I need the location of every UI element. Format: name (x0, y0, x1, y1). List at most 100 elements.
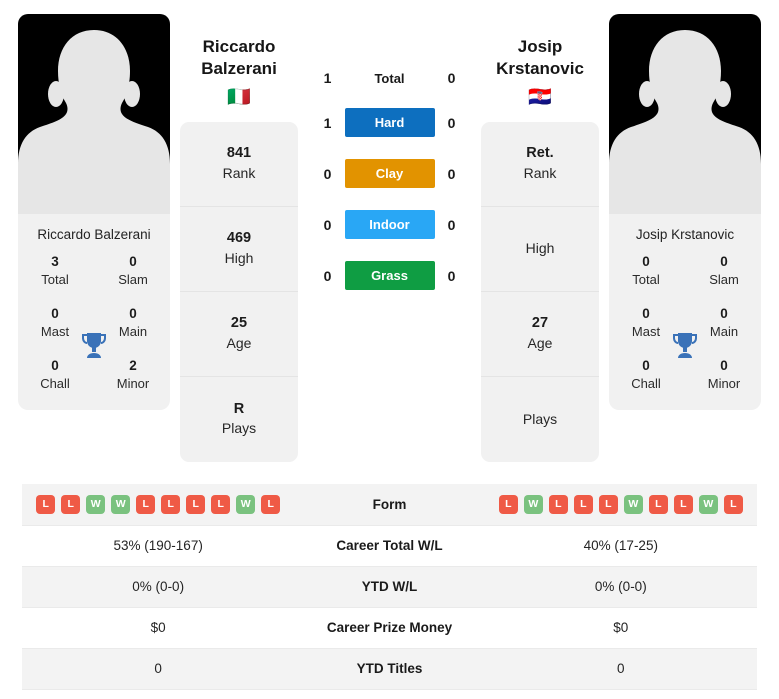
right-titles-chall: 0 Chall (619, 357, 673, 393)
right-value-cell: 0% (0-0) (594, 579, 647, 594)
right-form-badge[interactable]: W (698, 494, 718, 514)
left-player-name-caption: Riccardo Balzerani (37, 227, 151, 242)
avatar-silhouette-icon (609, 30, 761, 214)
table-row: 53% (190-167) Career Total W/L 40% (17-25) (22, 525, 757, 566)
trophy-icon (82, 333, 106, 358)
left-titles-main: 0 Main (106, 305, 160, 341)
left-titles-minor-value: 2 (129, 357, 137, 373)
h2h-row-clay: 0 Clay 0 (315, 159, 465, 188)
comparison-table: L L W W L L L L W L Form L W L L L W L L W L 53% (190-167) Car… (22, 484, 757, 690)
right-form-badge[interactable]: L (648, 494, 668, 514)
left-form-badge[interactable]: L (61, 494, 81, 514)
left-form-list: LLWWLLLLWL (22, 494, 294, 514)
left-titles-slam: 0 Slam (106, 253, 160, 289)
h2h-right-count: 0 (447, 216, 456, 233)
right-titles-mast: 0 Mast (619, 305, 673, 341)
right-titles-grid: 0 Total 0 Slam 0 Mast 0 Main 0 Chall 0 M… (609, 253, 761, 410)
left-rank-card: 841 Rank 469 High 25 Age R Plays (180, 121, 298, 462)
right-rank-value: Ret. (526, 145, 554, 162)
h2h-surface-hard[interactable]: Hard (344, 108, 435, 137)
left-form-badge[interactable]: W (236, 494, 256, 514)
h2h-row-hard: 1 Hard 0 (315, 108, 465, 137)
right-titles-slam: 0 Slam (697, 253, 751, 289)
right-titles-row-3: 0 Chall 0 Minor (619, 357, 751, 393)
left-titles-total-label: Total (41, 272, 69, 288)
right-rank-cell: Ret. Rank (481, 122, 599, 207)
right-rank-label: Rank (523, 164, 557, 181)
row-label: Form (372, 496, 407, 512)
left-rank-value: 841 (226, 145, 252, 162)
left-form-badge[interactable]: W (86, 494, 106, 514)
right-plays-label: Plays (522, 410, 558, 427)
left-form-badge[interactable]: L (186, 494, 206, 514)
right-titles-total: 0 Total (619, 253, 673, 289)
right-titles-total-value: 0 (642, 254, 650, 269)
right-form-badge[interactable]: L (548, 494, 568, 514)
h2h-surface-indoor[interactable]: Indoor (344, 210, 435, 239)
right-value-cell: 40% (17-25) (583, 538, 658, 553)
right-plays-cell: Plays (481, 377, 599, 462)
row-label: Career Total W/L (336, 538, 443, 553)
left-form-badge[interactable]: L (211, 494, 231, 514)
left-player-lastname: Balzerani (201, 58, 277, 78)
h2h-right-count: 0 (447, 114, 456, 131)
left-rank-label: Rank (222, 164, 256, 181)
h2h-surface-grass[interactable]: Grass (344, 261, 435, 290)
right-titles-minor-value: 0 (720, 357, 728, 373)
right-form-badge[interactable]: L (723, 494, 743, 514)
right-form-badge[interactable]: L (573, 494, 593, 514)
right-titles-row-1: 0 Total 0 Slam (619, 253, 751, 289)
left-titles-chall-label: Chall (40, 375, 70, 391)
right-titles-chall-label: Chall (631, 375, 661, 391)
italy-flag: 🇮🇹 (227, 86, 251, 108)
right-form-list: LWLLLWLLWL (485, 494, 757, 514)
left-form-badge[interactable]: W (111, 494, 131, 514)
left-value-cell: 0 (154, 661, 162, 676)
left-titles-total: 3 Total (28, 253, 82, 289)
right-titles-minor-label: Minor (707, 375, 741, 391)
h2h-left-count: 0 (323, 216, 332, 233)
table-row: $0 Career Prize Money $0 (22, 607, 757, 648)
table-row: 0% (0-0) YTD W/L 0% (0-0) (22, 566, 757, 607)
right-player-fullname: Josip Krstanovic (496, 14, 584, 80)
h2h-row-indoor: 0 Indoor 0 (315, 210, 465, 239)
h2h-row-grass: 0 Grass 0 (315, 261, 465, 290)
left-rank-cell: 841 Rank (180, 122, 298, 207)
left-form-badge[interactable]: L (136, 494, 156, 514)
right-form-badge[interactable]: L (598, 494, 618, 514)
right-titles-chall-value: 0 (642, 357, 650, 373)
right-high-cell: High (481, 207, 599, 292)
h2h-left-count: 0 (323, 267, 332, 284)
left-player-summary: Riccardo Balzerani 🇮🇹 841 Rank 469 High … (180, 14, 298, 462)
left-titles-row-1: 3 Total 0 Slam (28, 253, 160, 289)
right-form-badge[interactable]: L (498, 494, 518, 514)
left-age-value: 25 (230, 315, 248, 332)
right-form-badge[interactable]: L (673, 494, 693, 514)
row-label: Career Prize Money (326, 620, 453, 635)
top-section: Riccardo Balzerani 3 Total 0 Slam 0 Mast… (0, 0, 779, 475)
left-value-cell: LLWWLLLLWL (22, 484, 294, 525)
left-form-badge[interactable]: L (161, 494, 181, 514)
right-value-cell: $0 (613, 620, 629, 635)
right-titles-total-label: Total (632, 272, 660, 288)
table-row: 0 YTD Titles 0 (22, 648, 757, 689)
right-rank-card: Ret. Rank High 27 Age Plays (481, 121, 599, 462)
left-age-cell: 25 Age (180, 292, 298, 377)
right-form-badge[interactable]: W (623, 494, 643, 514)
left-form-badge[interactable]: L (36, 494, 56, 514)
right-player-firstname: Josip (517, 37, 563, 56)
h2h-surface-clay[interactable]: Clay (344, 159, 435, 188)
left-plays-label: Plays (221, 420, 257, 437)
right-player-lastname: Krstanovic (496, 58, 584, 78)
left-plays-value: R (233, 400, 245, 417)
h2h-right-count: 0 (447, 70, 456, 86)
avatar-silhouette-icon (18, 30, 170, 214)
left-form-badge[interactable]: L (261, 494, 281, 514)
right-titles-minor: 0 Minor (697, 357, 751, 393)
croatia-flag: 🇭🇷 (528, 86, 552, 108)
right-titles-mast-value: 0 (642, 305, 650, 321)
left-player-fullname: Riccardo Balzerani (201, 14, 277, 80)
right-form-badge[interactable]: W (523, 494, 543, 514)
left-value-cell: 0% (0-0) (132, 579, 185, 594)
left-titles-mast-value: 0 (51, 305, 59, 321)
